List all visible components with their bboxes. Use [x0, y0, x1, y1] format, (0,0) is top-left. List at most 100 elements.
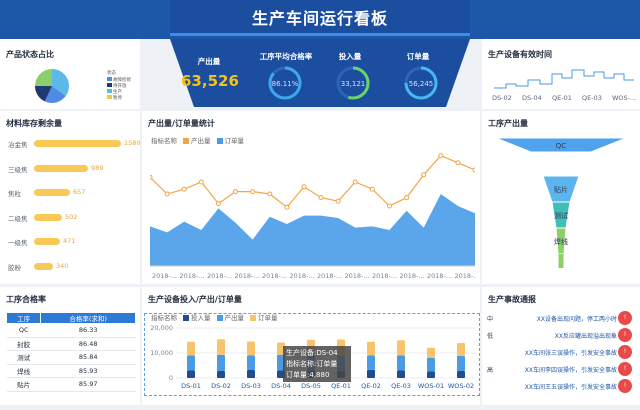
output-point[interactable]: [472, 167, 475, 173]
output-point[interactable]: [181, 186, 187, 192]
tooltip-line-1: 生产设备:DS-04: [286, 349, 338, 357]
x-tick-label: 2018-...: [372, 272, 397, 280]
material-value: 1580: [124, 139, 141, 147]
tooltip-line-2: 指标名称:订单量: [286, 360, 338, 368]
orders-value: 56,245: [409, 80, 434, 88]
pass-rate: 86.48: [40, 337, 136, 351]
accident-text[interactable]: XX车间王五误操作，引发安全事故: [501, 382, 617, 391]
pie-legend-title: 状态: [107, 71, 116, 76]
material-value: 502: [65, 212, 78, 221]
x-tick-label: QE-01: [552, 94, 572, 102]
funnel-label: 焊线: [554, 237, 568, 246]
material-value: 471: [63, 237, 76, 245]
output-point[interactable]: [404, 195, 410, 201]
output-point[interactable]: [421, 172, 427, 178]
accident-item[interactable]: 中 XX设备出现问题，停工两小时!: [487, 311, 635, 327]
material-value: 989: [91, 163, 104, 172]
output-point[interactable]: [164, 191, 170, 197]
table-row[interactable]: 贴片 85.97: [6, 377, 136, 392]
x-tick-label: 2018-...: [207, 272, 232, 280]
material-bar[interactable]: [34, 262, 53, 270]
output-point[interactable]: [438, 153, 444, 159]
output-point[interactable]: [301, 184, 307, 190]
alarm-icon: !: [618, 328, 632, 342]
output-point[interactable]: [335, 198, 341, 204]
col-header-process[interactable]: 工序: [5, 312, 42, 324]
orders-gauge: 56,245: [404, 66, 438, 100]
accident-item[interactable]: 高 XX车间李四误操作，引发安全事故!: [487, 362, 635, 378]
process-output-funnel: QC 贴片测试焊线: [496, 138, 626, 268]
col-header-rate[interactable]: 合格率(求和): [40, 312, 136, 324]
accident-text[interactable]: XX车间张三误操作，引发安全事故: [501, 348, 617, 357]
output-point[interactable]: [284, 204, 290, 210]
material-value: 340: [56, 261, 69, 270]
output-point[interactable]: [352, 179, 358, 185]
legend-label: 产出量: [191, 137, 211, 145]
pass-rate: 86.33: [40, 323, 136, 338]
material-row[interactable]: 胶粉 340: [8, 260, 143, 274]
material-bar[interactable]: [34, 164, 88, 172]
accident-text[interactable]: XX车间李四误操作，引发安全事故: [501, 365, 617, 374]
output-point[interactable]: [386, 203, 392, 209]
x-tick-label: DS-04: [522, 94, 542, 102]
x-tick-label: 2018-...: [455, 272, 476, 280]
accident-item[interactable]: XX车间王五误操作，引发安全事故!: [487, 379, 635, 395]
output-point[interactable]: [455, 160, 461, 166]
pie-legend-item[interactable]: 暂停: [107, 95, 139, 101]
x-tick-label: 2018-...: [152, 272, 177, 280]
output-value: 63,526: [181, 72, 239, 90]
accident-level: 高: [487, 367, 494, 374]
pass-rate: 85.84: [40, 350, 136, 365]
output-orders-title: 产出量/订单量统计: [148, 119, 215, 128]
material-row[interactable]: 冶金焦 1580: [8, 137, 143, 151]
material-row[interactable]: 一级焦 471: [8, 235, 143, 249]
process-output-title: 工序产出量: [488, 119, 528, 128]
material-label: 冶金焦: [8, 141, 28, 149]
legend-item[interactable]: 产出量: [183, 137, 211, 145]
output-point[interactable]: [198, 179, 204, 185]
product-status-pie: [35, 69, 69, 103]
legend-item[interactable]: 订单量: [216, 137, 245, 145]
material-bar[interactable]: [34, 213, 62, 221]
table-row[interactable]: QC 86.33: [6, 323, 136, 338]
pass-rate: 85.93: [40, 364, 136, 378]
product-status-title: 产品状态占比: [6, 50, 54, 59]
equipment-time-x-axis: DS-02 DS-04 QE-01 QE-03 WOS-...: [492, 94, 638, 104]
material-bar[interactable]: [34, 140, 121, 147]
material-bar[interactable]: [34, 238, 60, 245]
material-value: 657: [73, 188, 86, 196]
output-point[interactable]: [150, 174, 153, 180]
output-orders-legend-prefix: 指标名称: [151, 137, 177, 145]
x-tick-label: QE-03: [582, 94, 602, 102]
x-tick-label: 2018-...: [427, 272, 452, 280]
orders-area[interactable]: [150, 194, 475, 266]
process-pass-title: 工序合格率: [6, 295, 46, 304]
accident-text[interactable]: XX设备出现问题，停工两小时: [501, 314, 617, 323]
output-point[interactable]: [250, 189, 256, 195]
equipment-time-step-line: [494, 69, 634, 89]
legend-label: 订单量: [224, 137, 245, 145]
output-point[interactable]: [233, 189, 239, 195]
output-point[interactable]: [267, 191, 273, 197]
accident-item[interactable]: 低 XX反应罐出现溢出现象!: [487, 328, 635, 344]
material-bar[interactable]: [34, 189, 70, 196]
output-line[interactable]: [150, 154, 475, 209]
output-point[interactable]: [215, 201, 221, 207]
material-row[interactable]: 二级焦 502: [8, 211, 143, 225]
process-name: QC: [6, 323, 41, 338]
table-row[interactable]: 封胶 86.48: [6, 337, 136, 351]
output-point[interactable]: [369, 186, 375, 192]
accident-text[interactable]: XX反应罐出现溢出现象: [501, 331, 617, 340]
pie-legend-label: 暂停: [113, 96, 122, 101]
x-tick-label: 2018-...: [345, 272, 370, 280]
pie-slice[interactable]: [35, 69, 52, 86]
material-row[interactable]: 焦粒 657: [8, 186, 143, 200]
table-row[interactable]: 测试 85.84: [6, 350, 136, 365]
accident-item[interactable]: XX车间张三误操作，引发安全事故!: [487, 345, 635, 361]
output-point[interactable]: [318, 195, 324, 201]
material-row[interactable]: 三级焦 989: [8, 162, 143, 176]
page-title: 生产车间运行看板: [251, 9, 388, 28]
output-orders-chart: 2018-... 2018-... 2018-... 2018-... 2018-...…: [150, 153, 476, 280]
process-pass-table: 工序 合格率(求和) QC 86.33 封胶 86.48 测试 85.84 焊线 85.93 贴…: [5, 312, 136, 392]
table-row[interactable]: 焊线 85.93: [6, 364, 136, 378]
